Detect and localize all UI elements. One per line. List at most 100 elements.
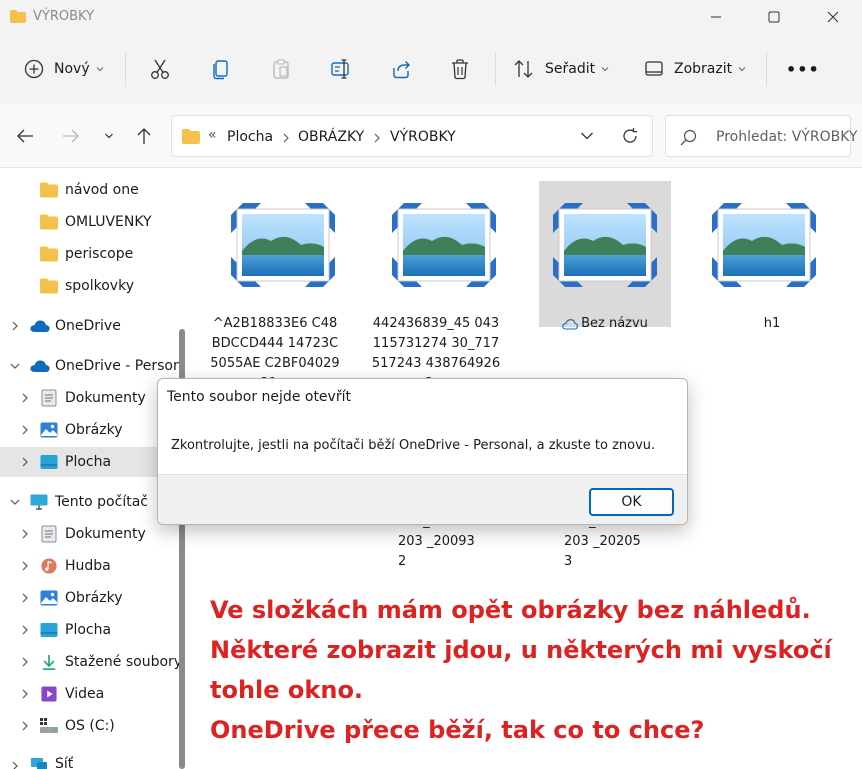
sidebar-item-od-plocha[interactable]: Plocha: [0, 447, 178, 477]
sidebar-item-periscope[interactable]: periscope: [0, 239, 178, 269]
sidebar-item-label: periscope: [65, 246, 134, 262]
view-button[interactable]: Zobrazit: [644, 52, 746, 86]
sidebar-item-navod-one[interactable]: návod one: [0, 175, 178, 205]
sidebar-item-label: Stažené soubory: [65, 654, 183, 670]
chevron-right-icon[interactable]: [19, 424, 31, 436]
back-button[interactable]: [11, 122, 39, 150]
cut-button[interactable]: [150, 52, 170, 86]
arrow-left-icon: [17, 129, 33, 143]
chevron-right-icon[interactable]: [9, 760, 21, 769]
paste-button[interactable]: [271, 52, 291, 86]
sidebar-item-pc-obrazky[interactable]: Obrázky: [0, 583, 178, 613]
dialog-title: Tento soubor nejde otevřít: [167, 389, 351, 405]
toolbar-separator: [125, 52, 126, 86]
toolbar-separator: [495, 52, 496, 86]
chevron-down-icon[interactable]: [580, 131, 594, 141]
sidebar-item-onedrive[interactable]: OneDrive: [0, 311, 178, 341]
forward-button[interactable]: [57, 122, 85, 150]
onedrive-icon: [30, 320, 50, 332]
sidebar-item-label: Plocha: [65, 454, 112, 470]
computer-icon: [30, 494, 48, 510]
network-icon: [31, 758, 47, 769]
sidebar-item-label: OneDrive: [55, 318, 121, 334]
sidebar-item-label: Dokumenty: [65, 526, 146, 542]
sidebar-item-omluvenky[interactable]: OMLUVENKY: [0, 207, 178, 237]
minimize-button[interactable]: [687, 0, 745, 34]
file-name: h1: [763, 316, 781, 331]
window-title: VÝROBKY: [33, 9, 95, 24]
sidebar-item-pc-dokumenty[interactable]: Dokumenty: [0, 519, 178, 549]
chevron-right-icon[interactable]: [19, 456, 31, 468]
view-icon: [645, 61, 663, 76]
chevron-down-icon: [738, 67, 746, 72]
chevron-right-icon[interactable]: [19, 528, 31, 540]
file-name-row: Bez názvu: [539, 314, 671, 334]
share-button[interactable]: [390, 52, 412, 86]
search-box[interactable]: Prohledat: VÝROBKY: [665, 115, 857, 157]
sidebar-item-od-obrazky[interactable]: Obrázky: [0, 415, 178, 445]
arrow-right-icon: [63, 129, 79, 143]
dialog-message: Zkontrolujte, jestli na počítači běží On…: [171, 438, 656, 453]
copy-button[interactable]: [211, 52, 231, 86]
breadcrumb-vyrobky[interactable]: VÝROBKY: [390, 129, 456, 145]
refresh-icon[interactable]: [621, 127, 639, 145]
chevron-right-icon[interactable]: [19, 392, 31, 404]
sidebar-item-label: Síť: [55, 756, 74, 769]
view-label: Zobrazit: [674, 61, 733, 77]
chevron-down-icon: [105, 133, 113, 139]
chevron-right-icon[interactable]: [19, 688, 31, 700]
sidebar-item-od-dokumenty[interactable]: Dokumenty: [0, 383, 178, 413]
scissors-icon: [151, 59, 169, 79]
sidebar-item-label: spolkovky: [65, 278, 134, 294]
breadcrumb-overflow[interactable]: «: [208, 127, 217, 143]
sidebar-item-pc-plocha[interactable]: Plocha: [0, 615, 178, 645]
sidebar-item-this-pc[interactable]: Tento počítač: [0, 487, 178, 517]
image-file-icon: [392, 203, 496, 287]
folder-icon: [40, 214, 58, 230]
chevron-right-icon: [374, 133, 380, 143]
chevron-right-icon[interactable]: [19, 624, 31, 636]
sidebar-item-pc-videa[interactable]: Videa: [0, 679, 178, 709]
sidebar-item-spolkovky[interactable]: spolkovky: [0, 271, 178, 301]
download-icon: [42, 654, 56, 670]
up-button[interactable]: [130, 122, 158, 150]
chevron-down-icon[interactable]: [9, 360, 21, 372]
address-row: « Plocha OBRÁZKY VÝROBKY Prohledat: VÝRO…: [0, 104, 862, 168]
image-file-icon: [231, 203, 335, 287]
sidebar-item-label: Dokumenty: [65, 390, 146, 406]
dialog-footer: OK: [158, 474, 687, 524]
folder-icon: [40, 182, 58, 198]
sidebar-item-label: Tento počítač: [55, 494, 148, 510]
chevron-right-icon[interactable]: [19, 560, 31, 572]
close-button[interactable]: [804, 0, 862, 34]
chevron-right-icon[interactable]: [19, 720, 31, 732]
rename-button[interactable]: [330, 52, 352, 86]
new-button[interactable]: Nový: [24, 52, 104, 86]
music-icon: [41, 558, 57, 574]
recent-locations-button[interactable]: [95, 122, 123, 150]
chevron-down-icon[interactable]: [9, 496, 21, 508]
ok-button[interactable]: OK: [589, 488, 674, 516]
cloud-status-icon: [562, 319, 578, 330]
search-input[interactable]: Prohledat: VÝROBKY: [716, 129, 857, 145]
chevron-right-icon[interactable]: [19, 592, 31, 604]
chevron-right-icon[interactable]: [19, 656, 31, 668]
breadcrumb-obrazky[interactable]: OBRÁZKY: [298, 129, 364, 145]
delete-button[interactable]: [450, 52, 470, 86]
address-bar[interactable]: « Plocha OBRÁZKY VÝROBKY: [171, 115, 653, 157]
sort-button[interactable]: Seřadit: [513, 52, 609, 86]
sidebar-item-network[interactable]: Síť: [0, 751, 178, 769]
sidebar-item-onedrive-personal[interactable]: OneDrive - Person: [0, 351, 182, 381]
maximize-button[interactable]: [745, 0, 803, 34]
annotation-line: Ve složkách mám opět obrázky bez náhledů…: [210, 596, 811, 624]
sidebar-item-pc-downloads[interactable]: Stažené soubory: [0, 647, 182, 677]
error-dialog: Tento soubor nejde otevřít Zkontrolujte,…: [157, 378, 688, 525]
toolbar-separator: [766, 52, 767, 86]
chevron-right-icon[interactable]: [9, 320, 21, 332]
sort-label: Seřadit: [545, 61, 596, 77]
sidebar-item-pc-os-c[interactable]: OS (C:): [0, 711, 178, 741]
sidebar-item-label: OneDrive - Person: [55, 358, 182, 374]
sidebar-item-pc-hudba[interactable]: Hudba: [0, 551, 178, 581]
more-button[interactable]: •••: [786, 52, 820, 86]
breadcrumb-plocha[interactable]: Plocha: [227, 129, 273, 145]
